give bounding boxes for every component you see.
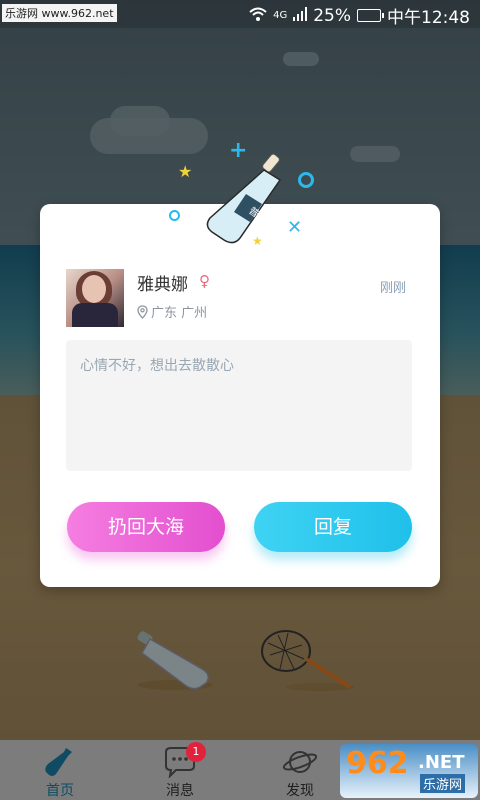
circle-icon bbox=[169, 210, 180, 221]
post-time: 刚刚 bbox=[380, 281, 407, 296]
wifi-icon bbox=[249, 6, 267, 26]
clock: 中午12:48 bbox=[387, 8, 470, 28]
battery-icon bbox=[357, 9, 384, 22]
watermark-number: 962 bbox=[346, 746, 409, 781]
watermark-site: 乐游网 bbox=[420, 774, 466, 793]
tab-label: 发现 bbox=[286, 783, 314, 799]
tab-messages[interactable]: 消息 bbox=[140, 740, 220, 800]
location-text: 广东 广州 bbox=[151, 306, 208, 321]
avatar[interactable] bbox=[66, 269, 124, 327]
site-watermark: 962 .NET 乐游网 bbox=[340, 744, 478, 798]
plus-icon: + bbox=[229, 138, 248, 163]
tab-label: 首页 bbox=[46, 783, 74, 799]
female-icon: ♀ bbox=[199, 272, 210, 290]
location-pin-icon bbox=[137, 304, 148, 319]
status-icons: 4G 25% 中午12:48 bbox=[249, 3, 470, 28]
reply-button[interactable]: 回复 bbox=[254, 502, 412, 552]
cross-icon: ✕ bbox=[287, 217, 303, 238]
watermark-net: .NET bbox=[418, 752, 465, 773]
unread-badge: 1 bbox=[186, 742, 206, 762]
watermark-text: 乐游网 www.962.net bbox=[2, 4, 117, 22]
username: 雅典娜 bbox=[137, 275, 188, 295]
star-icon: ★ bbox=[252, 234, 263, 248]
status-bar: 乐游网 www.962.net 4G 25% 中午12:48 bbox=[0, 0, 480, 28]
battery-percent: 25% bbox=[313, 5, 351, 26]
circle-icon bbox=[298, 172, 314, 188]
message-bottle-icon: 普通 bbox=[206, 153, 282, 244]
message-text: 心情不好，想出去散散心 bbox=[80, 358, 234, 374]
bottle-icon bbox=[45, 748, 72, 776]
throw-back-button[interactable]: 扔回大海 bbox=[67, 502, 225, 552]
network-type: 4G bbox=[273, 10, 288, 21]
planet-icon bbox=[282, 751, 318, 773]
tab-home[interactable]: 首页 bbox=[20, 740, 100, 800]
tab-label: 消息 bbox=[166, 783, 194, 799]
star-icon: ★ bbox=[178, 162, 193, 181]
tab-discover[interactable]: 发现 bbox=[260, 740, 340, 800]
signal-icon bbox=[293, 6, 308, 26]
location: 广东 广州 bbox=[137, 302, 207, 321]
